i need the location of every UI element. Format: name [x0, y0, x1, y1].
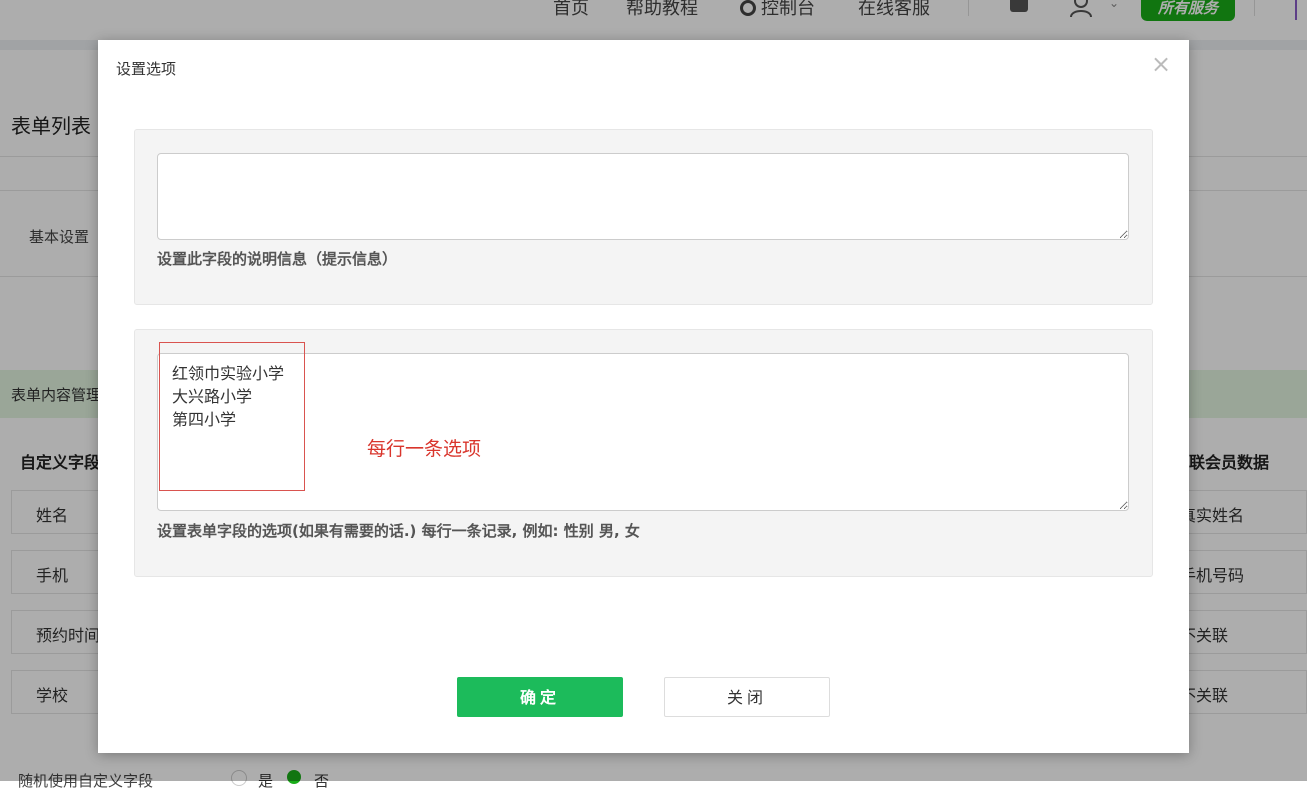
description-panel: 设置此字段的说明信息（提示信息）	[134, 129, 1153, 305]
confirm-button[interactable]: 确定	[457, 677, 623, 717]
close-button[interactable]: 关闭	[664, 677, 830, 717]
description-textarea[interactable]	[157, 153, 1129, 240]
close-icon[interactable]: ×	[1151, 52, 1171, 76]
options-help-text: 设置表单字段的选项(如果有需要的话.) 每行一条记录, 例如: 性别 男, 女	[157, 522, 640, 540]
settings-options-modal: 设置选项 × 设置此字段的说明信息（提示信息） 设置表单字段的选项(如果有需要的…	[98, 40, 1189, 753]
modal-title: 设置选项	[116, 60, 177, 78]
description-help-text: 设置此字段的说明信息（提示信息）	[157, 250, 398, 268]
options-panel: 设置表单字段的选项(如果有需要的话.) 每行一条记录, 例如: 性别 男, 女	[134, 329, 1153, 577]
annotation-text: 每行一条选项	[367, 438, 482, 460]
options-textarea[interactable]	[157, 353, 1129, 511]
